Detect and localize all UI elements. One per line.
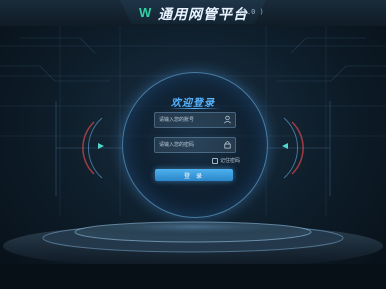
remember-label: 记住密码: [220, 158, 241, 164]
remember-checkbox[interactable]: [212, 157, 218, 164]
welcome-underline: [170, 108, 220, 109]
password-field[interactable]: [154, 137, 236, 153]
lock-icon: [224, 141, 231, 149]
platform-base: [0, 221, 386, 289]
login-button[interactable]: 登 录: [155, 169, 233, 181]
remember-password[interactable]: 记住密码: [212, 157, 240, 164]
account-input[interactable]: [159, 113, 219, 127]
user-icon: [224, 115, 231, 124]
password-input[interactable]: [159, 138, 219, 152]
welcome-heading: 欢迎登录: [171, 98, 215, 109]
app-version: ( V1.0 ): [230, 8, 264, 16]
header-bar: W 通用网管平台 ( V1.0 ): [0, 0, 386, 26]
app-logo: W: [139, 5, 151, 20]
account-field[interactable]: [154, 112, 236, 128]
